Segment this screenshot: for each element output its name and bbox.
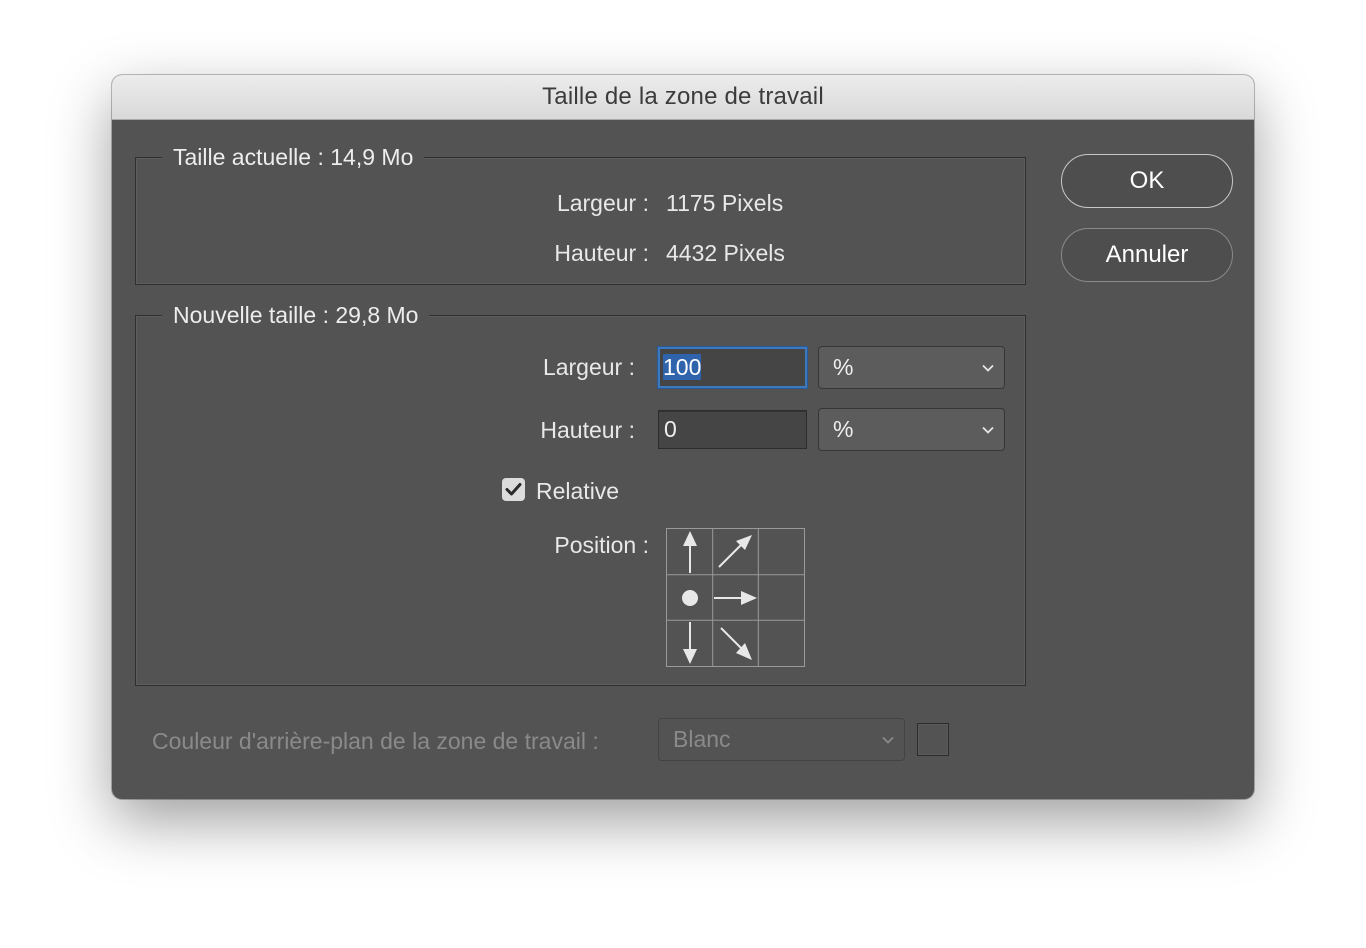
new-width-input[interactable]: 100 <box>658 347 807 388</box>
dialog-title: Taille de la zone de travail <box>542 83 824 110</box>
new-height-unit-select[interactable]: % <box>818 408 1005 451</box>
anchor-grid[interactable] <box>666 528 805 667</box>
current-width-label: Largeur : <box>556 190 649 216</box>
cancel-button-label: Annuler <box>1105 241 1189 268</box>
relative-label[interactable]: Relative <box>536 476 619 506</box>
cancel-button[interactable]: Annuler <box>1061 228 1233 282</box>
background-color-swatch <box>917 723 949 756</box>
new-height-unit-value: % <box>833 416 854 442</box>
checkmark-icon <box>505 483 522 496</box>
new-height-value: 0 <box>664 416 677 442</box>
current-width-value: 1175 Pixels <box>666 190 784 216</box>
new-width-unit-select[interactable]: % <box>818 346 1005 389</box>
arrow-down-right-icon[interactable] <box>720 627 752 660</box>
current-size-legend: Taille actuelle : 14,9 Mo <box>162 142 425 172</box>
position-label: Position : <box>554 532 649 558</box>
ok-button-label: OK <box>1129 167 1165 194</box>
new-size-legend: Nouvelle taille : 29,8 Mo <box>162 300 430 330</box>
current-height-label: Hauteur : <box>554 240 649 266</box>
ok-button[interactable]: OK <box>1061 154 1233 208</box>
title-bar: Taille de la zone de travail <box>112 75 1254 120</box>
arrow-up-right-icon[interactable] <box>718 535 752 568</box>
background-color-select: Blanc <box>658 718 905 761</box>
background-color-label: Couleur d'arrière-plan de la zone de tra… <box>152 728 599 754</box>
new-width-label: Largeur : <box>542 354 635 380</box>
current-height-value: 4432 Pixels <box>666 240 785 266</box>
background-color-value: Blanc <box>673 726 731 752</box>
chevron-down-icon <box>982 364 994 372</box>
relative-checkbox[interactable] <box>502 478 525 501</box>
chevron-down-icon <box>982 426 994 434</box>
new-height-label: Hauteur : <box>540 417 635 443</box>
new-height-input[interactable]: 0 <box>658 410 807 449</box>
anchor-dot-icon[interactable] <box>682 590 698 606</box>
arrow-right-icon[interactable] <box>714 591 757 605</box>
arrow-up-icon[interactable] <box>683 531 697 573</box>
canvas-size-dialog: Taille de la zone de travail Taille actu… <box>112 75 1254 799</box>
new-width-value: 100 <box>663 354 702 380</box>
dialog-content: Taille actuelle : 14,9 Mo Largeur : 1175… <box>112 120 1254 799</box>
anchor-grid-graphic <box>667 529 804 666</box>
new-width-unit-value: % <box>833 354 854 380</box>
arrow-down-icon[interactable] <box>683 622 697 664</box>
chevron-down-icon <box>882 736 894 744</box>
